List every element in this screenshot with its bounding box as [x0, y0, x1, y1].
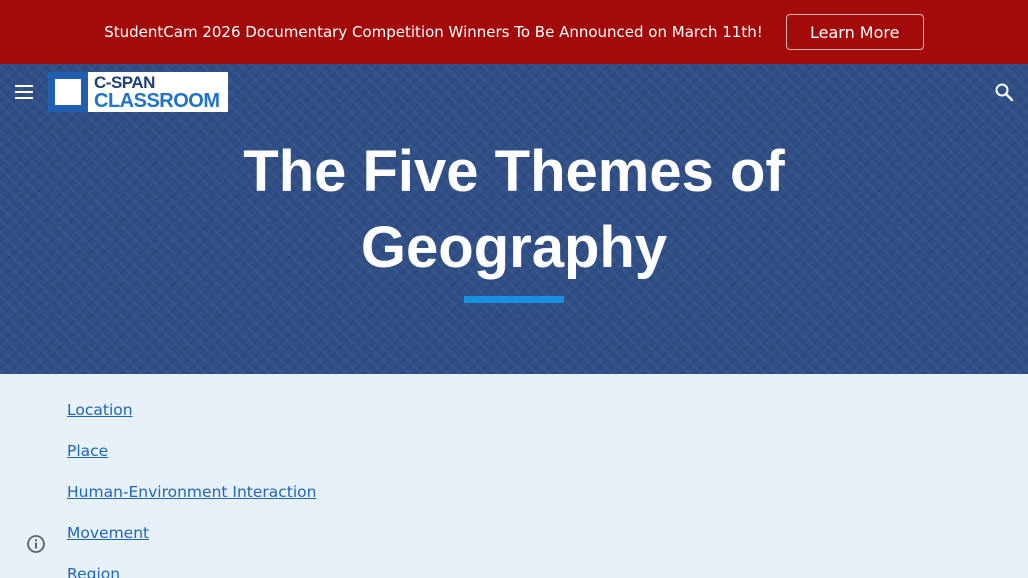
- logo-mark: [48, 72, 88, 112]
- page-title: The Five Themes of Geography: [243, 139, 785, 280]
- title-underline: [464, 296, 564, 303]
- site-logo[interactable]: C-SPAN CLASSROOM: [48, 72, 228, 112]
- announcement-banner: StudentCam 2026 Documentary Competition …: [0, 0, 1028, 64]
- logo-cspan-text: C-SPAN: [94, 72, 155, 92]
- logo-classroom-text: CLASSROOM: [94, 89, 220, 112]
- learn-more-button[interactable]: Learn More: [785, 14, 924, 50]
- link-movement[interactable]: Movement: [67, 513, 316, 554]
- link-region[interactable]: Region: [67, 554, 316, 578]
- search-icon[interactable]: [992, 80, 1016, 104]
- menu-icon[interactable]: [12, 80, 36, 104]
- themes-link-list: Location Place Human-Environment Interac…: [67, 390, 316, 578]
- link-place[interactable]: Place: [67, 431, 316, 472]
- logo-wordmark: C-SPAN CLASSROOM: [94, 74, 220, 111]
- info-icon[interactable]: [26, 534, 46, 554]
- link-location[interactable]: Location: [67, 390, 316, 431]
- link-human-environment-interaction[interactable]: Human-Environment Interaction: [67, 472, 316, 513]
- announcement-text: StudentCam 2026 Documentary Competition …: [104, 23, 763, 41]
- hero-header: C-SPAN CLASSROOM The Five Themes of Geog…: [0, 64, 1028, 374]
